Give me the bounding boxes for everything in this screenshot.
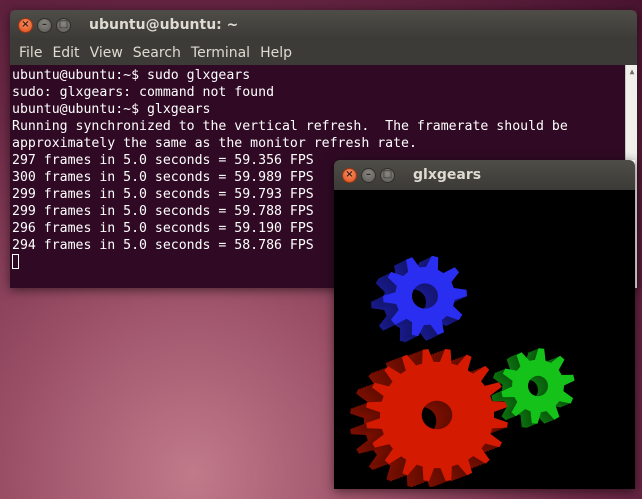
glxgears-title: glxgears [413, 167, 482, 183]
menu-edit[interactable]: Edit [47, 45, 84, 61]
minimize-icon[interactable]: – [37, 17, 52, 33]
text-cursor [12, 254, 19, 269]
terminal-line: ubuntu@ubuntu:~$ glxgears [12, 102, 211, 117]
red-gear [350, 348, 508, 488]
terminal-line: approximately the same as the monitor re… [12, 136, 417, 151]
green-gear [491, 348, 575, 428]
maximize-icon[interactable]: □ [380, 167, 395, 183]
terminal-line: sudo: glxgears: command not found [12, 85, 275, 100]
terminal-menubar: File Edit View Search Terminal Help [10, 40, 637, 65]
terminal-titlebar[interactable]: × – □ ubuntu@ubuntu: ~ [10, 10, 637, 40]
maximize-icon[interactable]: □ [56, 17, 71, 33]
glxgears-window: × – □ glxgears [334, 160, 635, 489]
glxgears-titlebar[interactable]: × – □ glxgears [334, 160, 635, 190]
terminal-line: Running synchronized to the vertical ref… [12, 119, 568, 134]
glxgears-render-area[interactable] [334, 190, 635, 489]
menu-help[interactable]: Help [255, 45, 297, 61]
menu-terminal[interactable]: Terminal [186, 45, 255, 61]
terminal-line: ubuntu@ubuntu:~$ sudo glxgears [12, 68, 251, 83]
blue-gear [371, 255, 467, 343]
scroll-up-icon[interactable]: ▲ [626, 65, 637, 77]
menu-search[interactable]: Search [128, 45, 186, 61]
menu-view[interactable]: View [85, 45, 128, 61]
gears-graphic [350, 255, 575, 488]
close-icon[interactable]: × [18, 17, 33, 33]
terminal-title: ubuntu@ubuntu: ~ [89, 17, 239, 33]
minimize-icon[interactable]: – [361, 167, 376, 183]
close-icon[interactable]: × [342, 167, 357, 183]
menu-file[interactable]: File [14, 45, 47, 61]
